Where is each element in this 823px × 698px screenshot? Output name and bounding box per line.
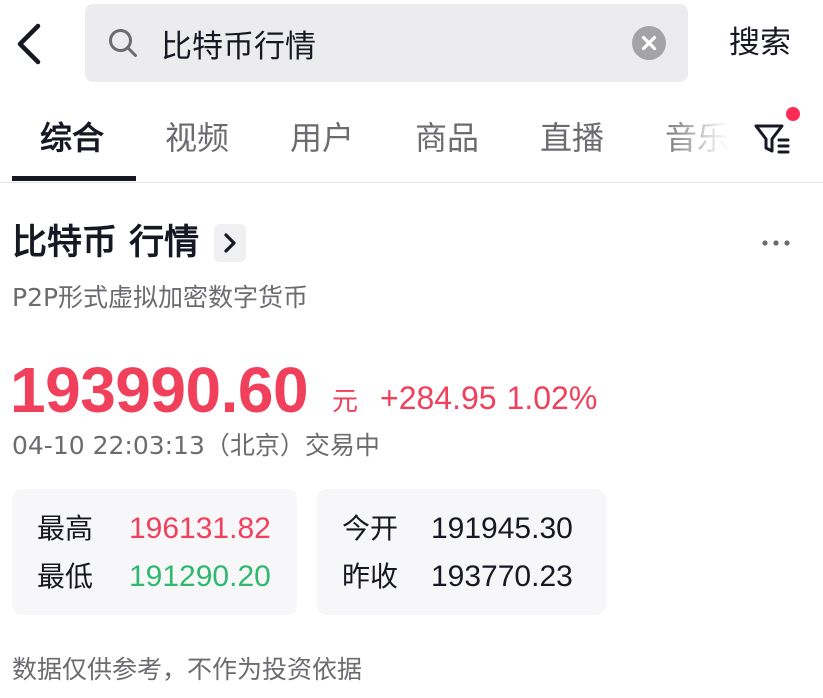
chevron-left-icon <box>17 23 41 65</box>
back-button[interactable] <box>8 16 52 72</box>
tab-videos[interactable]: 视频 <box>165 114 229 162</box>
open-close-box: 今开 191945.30 昨收 193770.23 <box>317 489 606 615</box>
trade-timestamp: 04-10 22:03:13（北京）交易中 <box>12 431 380 460</box>
price-unit: 元 <box>332 387 359 417</box>
filter-badge-dot <box>786 107 800 121</box>
stat-label-low: 最低 <box>37 560 94 593</box>
result-tabs: 综合 视频 用户 商品 直播 音乐 <box>0 96 823 183</box>
tab-comprehensive[interactable]: 综合 <box>40 114 104 162</box>
search-box[interactable] <box>85 4 688 82</box>
more-options-button[interactable] <box>756 226 796 260</box>
stat-label-prev-close: 昨收 <box>342 560 399 593</box>
clear-search-button[interactable] <box>632 26 666 60</box>
filter-icon <box>754 124 790 154</box>
stat-label-high: 最高 <box>37 512 94 545</box>
card-title[interactable]: 比特币 行情 <box>12 218 199 268</box>
stat-high: 最高 196131.82 <box>37 509 287 549</box>
search-input[interactable] <box>161 14 601 72</box>
tab-music[interactable]: 音乐 <box>665 114 729 162</box>
close-icon <box>641 35 657 51</box>
price-change-percent: 1.02% <box>506 380 598 416</box>
stat-low: 最低 191290.20 <box>37 557 287 597</box>
current-price: 193990.60 <box>10 354 309 426</box>
tab-products[interactable]: 商品 <box>415 114 479 162</box>
search-submit-button[interactable]: 搜索 <box>720 18 800 68</box>
high-low-box: 最高 196131.82 最低 191290.20 <box>12 489 297 615</box>
tab-live[interactable]: 直播 <box>540 114 604 162</box>
price-change-amount: +284.95 <box>380 380 497 416</box>
stat-prev-close: 昨收 193770.23 <box>342 557 597 597</box>
price-change: +284.95 1.02% <box>380 376 597 420</box>
card-title-arrow[interactable] <box>214 224 246 262</box>
data-disclaimer: 数据仅供参考，不作为投资依据 <box>12 655 363 684</box>
card-subtitle: P2P形式虚拟加密数字货币 <box>12 283 309 312</box>
more-dots-icon <box>762 240 790 246</box>
stat-label-open: 今开 <box>342 512 399 545</box>
stat-value-open: 191945.30 <box>431 512 573 545</box>
active-tab-indicator <box>12 176 136 181</box>
chevron-right-icon <box>224 233 236 253</box>
search-header: 搜索 <box>0 0 823 86</box>
stat-value-high: 196131.82 <box>129 512 271 545</box>
stat-value-prev-close: 193770.23 <box>431 560 573 593</box>
tab-users[interactable]: 用户 <box>290 114 354 162</box>
stat-value-low: 191290.20 <box>129 560 271 593</box>
stat-open: 今开 191945.30 <box>342 509 597 549</box>
search-icon <box>109 29 137 57</box>
filter-button[interactable] <box>752 118 798 160</box>
